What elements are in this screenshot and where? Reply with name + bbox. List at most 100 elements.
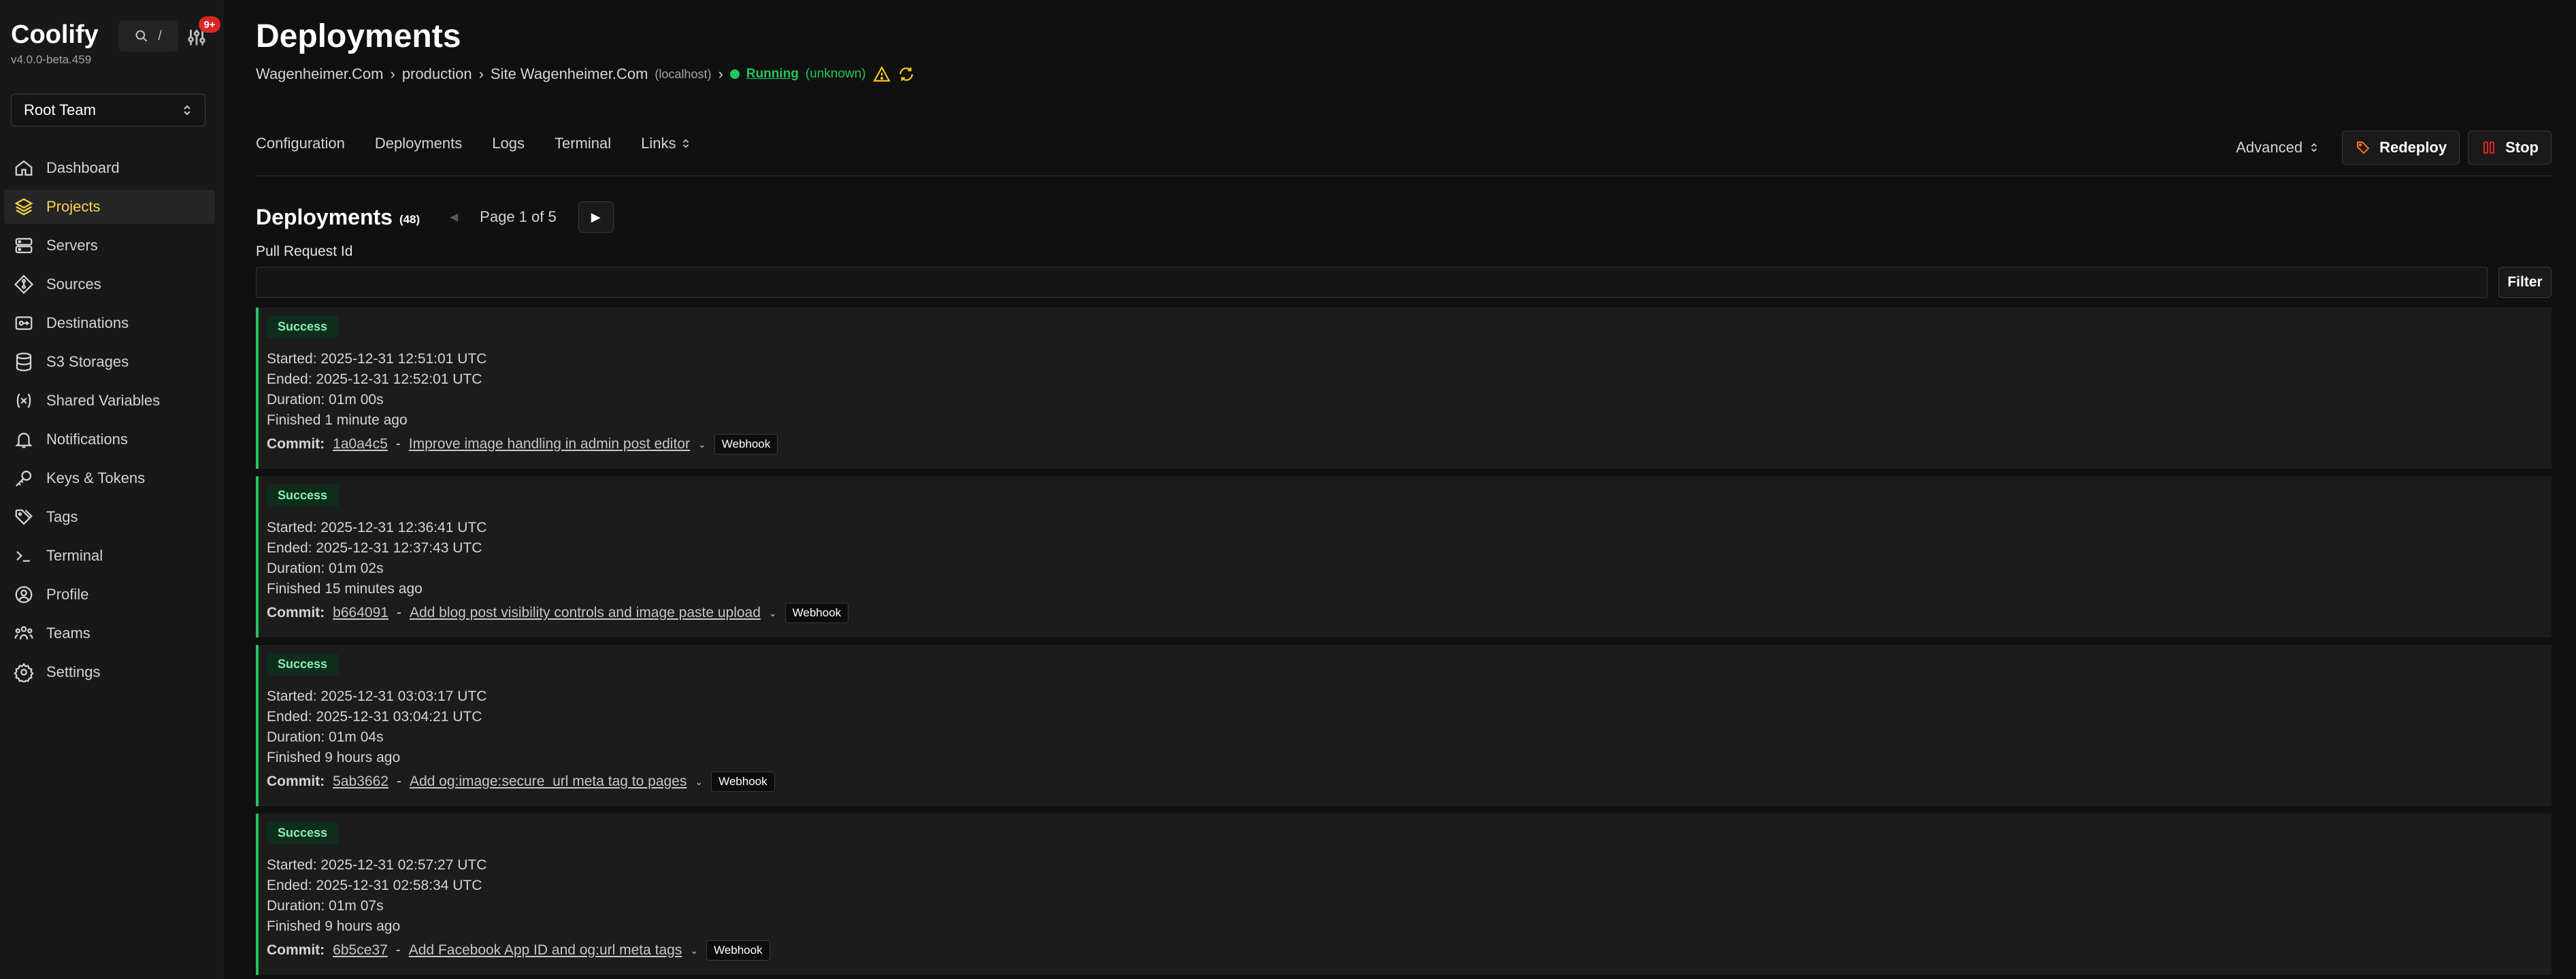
trigger-badge: Webhook	[711, 771, 775, 792]
commit-hash-link[interactable]: b664091	[333, 605, 389, 621]
gear-icon	[14, 663, 34, 682]
ended-time: Ended: 2025-12-31 12:52:01 UTC	[267, 371, 482, 387]
sidebar-item-label: Tags	[46, 508, 78, 525]
sidebar-item-destinations[interactable]: Destinations	[4, 306, 215, 340]
commit-message-link[interactable]: Add blog post visibility controls and im…	[410, 605, 761, 621]
sidebar-item-servers[interactable]: Servers	[4, 229, 215, 263]
breadcrumb-environment[interactable]: production	[402, 65, 472, 83]
chevron-updown-icon	[184, 105, 191, 116]
separator: -	[396, 605, 401, 620]
chevron-right-icon: ▶	[591, 210, 601, 224]
sidebar-item-tags[interactable]: Tags	[4, 500, 215, 534]
status-text[interactable]: Running	[746, 67, 799, 82]
tab-terminal[interactable]: Terminal	[555, 135, 611, 152]
separator: -	[396, 774, 401, 789]
commit-row: Commit: 6b5ce37 - Add Facebook App ID an…	[267, 940, 770, 961]
commit-label: Commit:	[267, 942, 325, 958]
sidebar-item-sources[interactable]: Sources	[4, 267, 215, 301]
sidebar-item-keys-tokens[interactable]: Keys & Tokens	[4, 461, 215, 495]
deployment-card[interactable]: Success Started: 2025-12-31 12:36:41 UTC…	[256, 476, 2552, 637]
sidebar-item-s3-storages[interactable]: S3 Storages	[4, 345, 215, 379]
sidebar-item-teams[interactable]: Teams	[4, 616, 215, 650]
chevron-down-icon[interactable]: ⌄	[698, 439, 706, 450]
sidebar-item-label: Shared Variables	[46, 392, 161, 409]
deployment-list: Success Started: 2025-12-31 12:51:01 UTC…	[256, 308, 2552, 979]
redeploy-icon	[2357, 142, 2370, 154]
notification-badge: 9+	[199, 16, 220, 33]
sidebar-item-notifications[interactable]: Notifications	[4, 422, 215, 457]
sidebar-item-label: Keys & Tokens	[46, 469, 146, 486]
commit-message-link[interactable]: Add og:image:secure_url meta tag to page…	[410, 774, 687, 790]
main-content: Deployments Wagenheimer.Com › production…	[256, 0, 2552, 979]
prev-page-button[interactable]: ◀	[440, 203, 467, 231]
team-icon	[14, 626, 33, 640]
status-badge: Success	[267, 484, 339, 507]
server-icon	[15, 237, 33, 254]
commit-hash-link[interactable]: 1a0a4c5	[333, 436, 388, 452]
sidebar-item-settings[interactable]: Settings	[4, 655, 215, 689]
started-time: Started: 2025-12-31 12:51:01 UTC	[267, 351, 487, 367]
duration: Duration: 01m 02s	[267, 561, 384, 576]
tab-links[interactable]: Links	[641, 135, 691, 152]
sidebar-item-dashboard[interactable]: Dashboard	[4, 151, 215, 185]
tab-links-label: Links	[641, 135, 676, 152]
commit-hash-link[interactable]: 5ab3662	[333, 774, 389, 790]
pull-request-id-input[interactable]	[256, 267, 2488, 298]
search-button[interactable]: /	[118, 20, 178, 52]
redeploy-button[interactable]: Redeploy	[2342, 131, 2460, 165]
home-icon	[15, 160, 33, 176]
git-icon	[14, 274, 34, 295]
filter-button[interactable]: Filter	[2498, 267, 2552, 298]
deployments-header: Deployments (48) ◀ Page 1 of 5 ▶	[256, 201, 614, 233]
sidebar-item-terminal[interactable]: Terminal	[4, 539, 215, 573]
chevron-down-icon[interactable]: ⌄	[769, 608, 777, 619]
resource-tabs: Configuration Deployments Logs Terminal …	[256, 135, 691, 152]
sidebar-item-label: Teams	[46, 625, 90, 642]
finished-ago: Finished 1 minute ago	[267, 412, 408, 428]
started-time: Started: 2025-12-31 03:03:17 UTC	[267, 688, 487, 704]
refresh-icon[interactable]	[897, 65, 915, 83]
sidebar-item-projects[interactable]: Projects	[4, 190, 215, 224]
redeploy-label: Redeploy	[2379, 139, 2447, 156]
tab-logs[interactable]: Logs	[492, 135, 525, 152]
chevron-updown-icon	[683, 139, 689, 148]
commit-row: Commit: 1a0a4c5 - Improve image handling…	[267, 434, 778, 454]
app-logo[interactable]: Coolify	[11, 20, 99, 50]
chevron-right-icon: ›	[478, 65, 484, 82]
commit-row: Commit: b664091 - Add blog post visibili…	[267, 603, 849, 623]
filter-label: Pull Request Id	[256, 244, 353, 259]
commit-hash-link[interactable]: 6b5ce37	[333, 942, 388, 959]
warning-icon[interactable]	[872, 65, 891, 83]
trigger-badge: Webhook	[714, 434, 778, 454]
breadcrumb-project[interactable]: Wagenheimer.Com	[256, 65, 383, 83]
resource-actions: Advanced Redeploy Stop	[2236, 131, 2552, 165]
deployment-card[interactable]: Success Started: 2025-12-31 02:57:27 UTC…	[256, 814, 2552, 975]
sidebar-nav: Dashboard Projects Servers Sources Desti…	[4, 151, 215, 694]
commit-message-link[interactable]: Improve image handling in admin post edi…	[409, 436, 690, 452]
commit-label: Commit:	[267, 774, 325, 789]
commit-message-link[interactable]: Add Facebook App ID and og:url meta tags	[409, 942, 682, 959]
next-page-button[interactable]: ▶	[578, 201, 614, 233]
stop-button[interactable]: Stop	[2468, 131, 2552, 165]
tab-configuration[interactable]: Configuration	[256, 135, 345, 152]
breadcrumb: Wagenheimer.Com › production › Site Wage…	[256, 65, 915, 83]
deployment-card[interactable]: Success Started: 2025-12-31 03:03:17 UTC…	[256, 645, 2552, 806]
ended-time: Ended: 2025-12-31 02:58:34 UTC	[267, 878, 482, 893]
deployment-card[interactable]: Success Started: 2025-12-31 12:51:01 UTC…	[256, 308, 2552, 469]
stop-icon	[2483, 142, 2495, 154]
destination-icon	[15, 316, 33, 330]
chevron-down-icon[interactable]: ⌄	[690, 945, 698, 957]
team-select[interactable]: Root Team	[11, 94, 205, 127]
sidebar-item-label: Settings	[46, 663, 101, 680]
section-title: Deployments	[256, 204, 393, 229]
tab-deployments[interactable]: Deployments	[375, 135, 462, 152]
breadcrumb-resource[interactable]: Site Wagenheimer.Com	[491, 65, 648, 83]
advanced-dropdown[interactable]: Advanced	[2236, 139, 2319, 156]
app-version: v4.0.0-beta.459	[11, 53, 92, 66]
chevron-updown-icon	[2311, 143, 2317, 152]
chevron-down-icon[interactable]: ⌄	[695, 776, 703, 788]
status-badge: Success	[267, 316, 339, 338]
sidebar-item-shared-variables[interactable]: Shared Variables	[4, 384, 215, 418]
sidebar-item-profile[interactable]: Profile	[4, 578, 215, 612]
commit-row: Commit: 5ab3662 - Add og:image:secure_ur…	[267, 771, 775, 792]
